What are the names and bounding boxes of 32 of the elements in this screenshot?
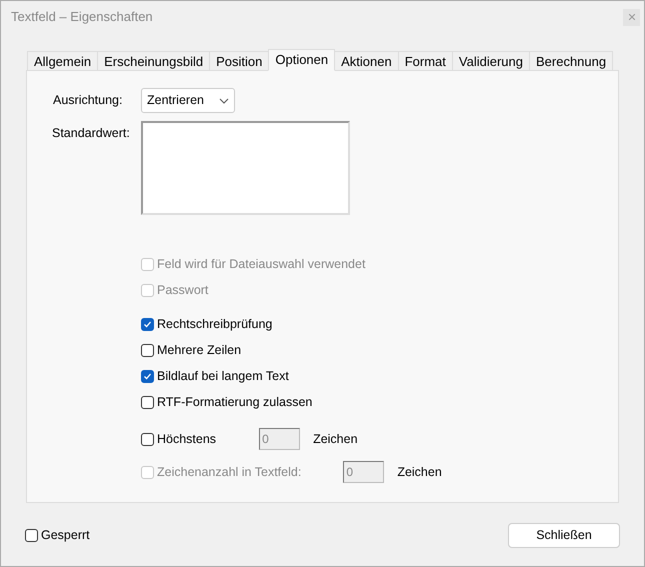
checkbox[interactable] [141, 344, 154, 356]
option-label: Bildlauf bei langem Text [157, 368, 289, 385]
chevron-down-icon [219, 98, 229, 104]
window-title: Textfeld – Eigenschaften [11, 8, 153, 26]
close-dialog-button[interactable]: Schließen [508, 523, 620, 548]
option-label: RTF-Formatierung zulassen [157, 394, 312, 411]
tab[interactable]: Berechnung [528, 51, 614, 71]
checkbox[interactable] [141, 370, 154, 382]
option-label: Passwort [157, 282, 208, 299]
option-label: Rechtschreibprüfung [157, 316, 272, 333]
checkbox[interactable] [141, 318, 154, 330]
option-label: Mehrere Zeilen [157, 342, 242, 359]
alignment-dropdown[interactable]: Zentrieren [141, 88, 235, 113]
alignment-label: Ausrichtung: [52, 92, 124, 110]
tab[interactable]: Allgemein [27, 51, 98, 71]
default-value-field[interactable] [141, 121, 350, 215]
checkmark-icon [143, 372, 152, 380]
checkbox[interactable] [25, 529, 38, 542]
option-label: Höchstens [157, 430, 216, 448]
tab[interactable]: Validierung [452, 51, 530, 71]
checkmark-icon [143, 320, 152, 328]
default-value-label: Standardwert: [52, 125, 131, 142]
tab[interactable]: Erscheinungsbild [97, 51, 210, 71]
checkbox[interactable] [141, 432, 154, 446]
checkbox[interactable] [141, 396, 154, 408]
option-label: Zeichenanzahl in Textfeld: [157, 464, 302, 481]
characters-label: Zeichen [397, 464, 442, 481]
option-label: Feld wird für Dateiauswahl verwendet [157, 256, 366, 273]
characters-label: Zeichen [313, 430, 358, 448]
locked-label: Gesperrt [41, 527, 90, 544]
tab[interactable]: Optionen [268, 49, 336, 71]
close-icon [628, 14, 634, 20]
